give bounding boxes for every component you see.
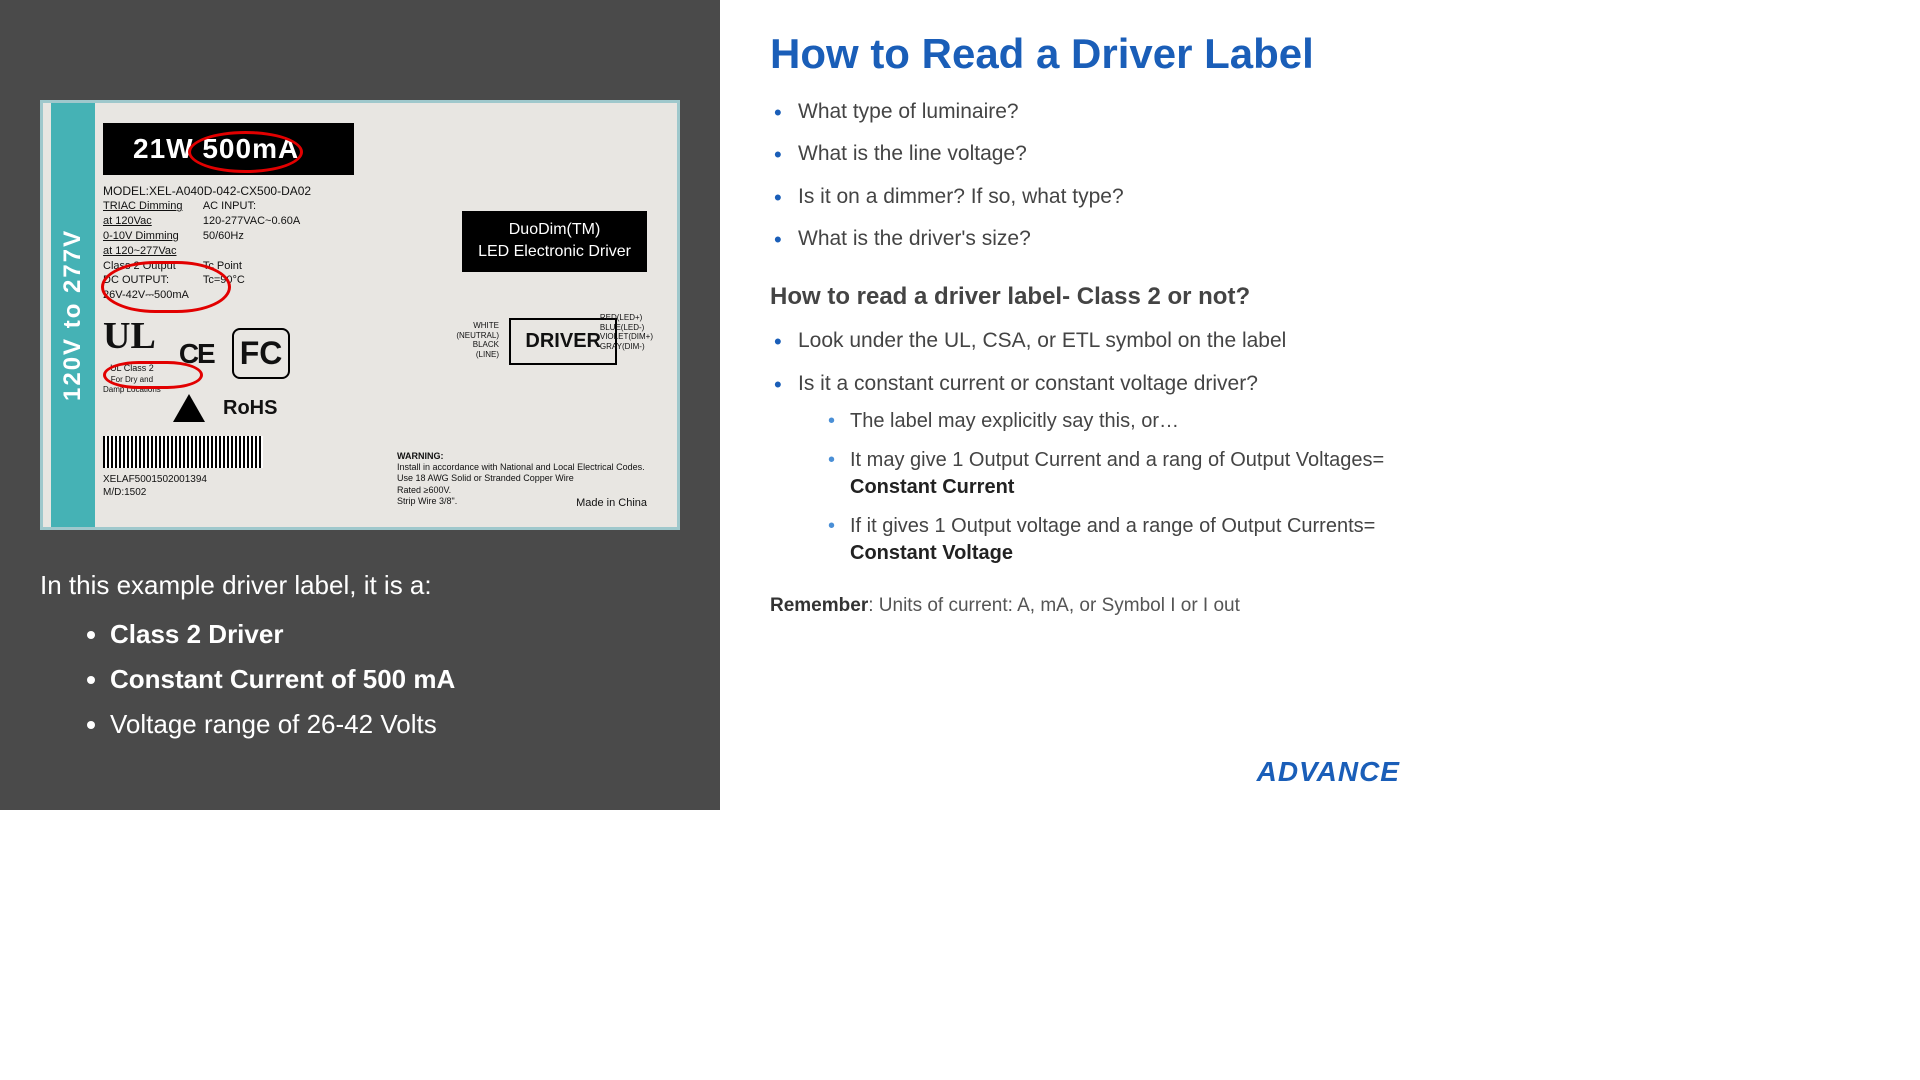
question-list: What type of luminaire? What is the line…	[770, 98, 1400, 253]
at-120-277vac: at 120~277Vac	[103, 245, 177, 257]
constant-current-label: Constant Current	[850, 476, 1014, 498]
question-item: What is the driver's size?	[770, 225, 1400, 253]
caption-item: Class 2 Driver	[110, 619, 680, 650]
ce-mark-icon: CE	[179, 335, 214, 373]
sub-sub-list: The label may explicitly say this, or… I…	[826, 408, 1400, 567]
driver-label-photo: 120V to 277V 21W 500mA MODEL:XEL-A040D-0…	[40, 100, 680, 530]
barcode-block: XELAF5001502001394 M/D:1502	[103, 432, 383, 500]
duodim-badge: DuoDim(TM) LED Electronic Driver	[462, 211, 647, 272]
dc-output-value: 26V-42V⎓500mA	[103, 288, 203, 303]
sub-sub-text: If it gives 1 Output voltage and a range…	[850, 515, 1375, 537]
class2-output: Class 2 Output	[103, 259, 203, 274]
fcc-mark-icon: FC	[232, 328, 291, 379]
question-item: Is it on a dimmer? If so, what type?	[770, 183, 1400, 211]
manufacture-date: M/D:1502	[103, 486, 383, 500]
ul-mark-icon: UL UL Class 2 For Dry and Damp Locations	[103, 311, 161, 396]
caption-list: Class 2 Driver Constant Current of 500 m…	[40, 619, 680, 740]
sub-sub-text: It may give 1 Output Current and a rang …	[850, 449, 1384, 471]
frequency: 50/60Hz	[203, 229, 314, 244]
duodim-line2: LED Electronic Driver	[478, 241, 631, 263]
barcode-number: XELAF5001502001394	[103, 473, 383, 487]
sub-heading: How to read a driver label- Class 2 or n…	[770, 283, 1400, 311]
wattage-current-badge: 21W 500mA	[103, 123, 354, 175]
dim-0-10v: 0-10V Dimming	[103, 230, 179, 242]
remember-text: : Units of current: A, mA, or Symbol I o…	[868, 595, 1240, 616]
caption-item: Voltage range of 26-42 Volts	[110, 709, 680, 740]
page-title: How to Read a Driver Label	[770, 30, 1400, 78]
at-120vac: at 120Vac	[103, 215, 152, 227]
model-number: MODEL:XEL-A040D-042-CX500-DA02	[103, 183, 383, 199]
dc-output-label: DC OUTPUT:	[103, 273, 203, 288]
rohs-mark: RoHS	[223, 395, 277, 422]
question-item: What type of luminaire?	[770, 98, 1400, 126]
certification-marks: UL UL Class 2 For Dry and Damp Locations…	[103, 311, 383, 396]
left-panel: 120V to 277V 21W 500mA MODEL:XEL-A040D-0…	[0, 0, 720, 810]
warning-heading: WARNING:	[397, 451, 647, 462]
sub-list: Look under the UL, CSA, or ETL symbol on…	[770, 327, 1400, 567]
spec-block: MODEL:XEL-A040D-042-CX500-DA02 TRIAC Dim…	[103, 183, 383, 500]
ac-input-value: 120-277VAC~0.60A	[203, 214, 314, 229]
spec-table: TRIAC Dimming AC INPUT: at 120Vac 120-27…	[103, 199, 314, 303]
sub-sub-item: If it gives 1 Output voltage and a range…	[826, 513, 1400, 567]
dry-damp-text: For Dry and Damp Locations	[103, 375, 161, 397]
triangle-icon	[173, 394, 205, 422]
question-item: What is the line voltage?	[770, 140, 1400, 168]
wire-labels-right: RED(LED+) BLUE(LED-) VIOLET(DIM+) GRAY(D…	[600, 313, 653, 351]
remember-note: Remember: Units of current: A, mA, or Sy…	[770, 595, 1400, 617]
sub-item: Is it a constant current or constant vol…	[770, 370, 1400, 567]
caption-block: In this example driver label, it is a: C…	[40, 570, 680, 754]
barcode-icon	[103, 436, 263, 468]
sub-item-text: Is it a constant current or constant vol…	[798, 372, 1258, 395]
caption-intro: In this example driver label, it is a:	[40, 570, 680, 601]
sub-sub-item: The label may explicitly say this, or…	[826, 408, 1400, 435]
constant-voltage-label: Constant Voltage	[850, 542, 1013, 564]
tc-90: Tc=90°C	[203, 273, 314, 288]
made-in: Made in China	[576, 497, 647, 509]
wire-labels-left: WHITE (NEUTRAL) BLACK (LINE)	[456, 321, 499, 359]
caption-item: Constant Current of 500 mA	[110, 664, 680, 695]
remember-label: Remember	[770, 595, 868, 616]
tc-point: Tc Point	[203, 259, 314, 274]
ul-class2-text: UL Class 2	[103, 362, 161, 374]
brand-logo: ADVANCE	[1257, 756, 1400, 788]
sub-sub-item: It may give 1 Output Current and a rang …	[826, 447, 1400, 501]
ac-input-label: AC INPUT:	[203, 199, 314, 214]
right-panel: How to Read a Driver Label What type of …	[720, 0, 1440, 810]
triac-dimming: TRIAC Dimming	[103, 200, 182, 212]
sub-item: Look under the UL, CSA, or ETL symbol on…	[770, 327, 1400, 355]
duodim-line1: DuoDim(TM)	[478, 219, 631, 241]
